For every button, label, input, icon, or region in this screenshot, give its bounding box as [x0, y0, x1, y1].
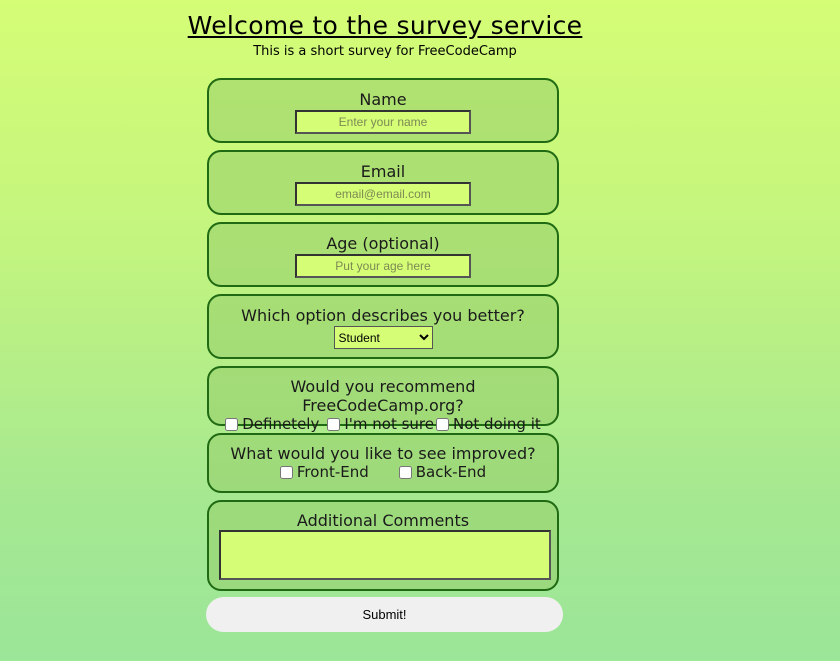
- back-end-checkbox[interactable]: [398, 465, 412, 479]
- submit-button[interactable]: Submit!: [206, 597, 563, 632]
- recommend-option-not-sure[interactable]: I'm not sure: [327, 415, 434, 433]
- comments-card: Additional Comments: [207, 500, 559, 591]
- comments-label: Additional Comments: [296, 511, 470, 530]
- name-label: Name: [359, 90, 407, 109]
- improve-card: What would you like to see improved? Fro…: [207, 433, 559, 493]
- improve-label: What would you like to see improved?: [230, 444, 536, 463]
- recommend-card: Would you recommend FreeCodeCamp.org? De…: [207, 366, 559, 433]
- definetely-label: Definetely: [242, 415, 320, 433]
- recommend-option-not-doing-it[interactable]: Not doing it: [436, 415, 541, 433]
- back-end-label: Back-End: [415, 463, 487, 481]
- email-label: Email: [360, 162, 406, 181]
- improve-option-front-end[interactable]: Front-End: [279, 463, 369, 481]
- role-card: Which option describes you better? Stude…: [207, 294, 559, 359]
- age-card: Age (optional): [207, 222, 559, 287]
- age-input[interactable]: [295, 254, 471, 278]
- page-title: Welcome to the survey service: [187, 11, 583, 40]
- recommend-option-definetely[interactable]: Definetely: [225, 415, 319, 433]
- recommend-options: Definetely I'm not sure Not doing it: [209, 415, 557, 433]
- not-doing-it-checkbox[interactable]: [436, 417, 449, 431]
- recommend-label: Would you recommend FreeCodeCamp.org?: [290, 377, 476, 415]
- comments-textarea[interactable]: [219, 530, 551, 580]
- front-end-label: Front-End: [296, 463, 369, 481]
- improve-option-back-end[interactable]: Back-End: [398, 463, 487, 481]
- not-doing-it-label: Not doing it: [453, 415, 541, 433]
- role-select[interactable]: Student: [333, 326, 433, 349]
- name-input[interactable]: [295, 110, 471, 134]
- page-subtitle: This is a short survey for FreeCodeCamp: [253, 44, 517, 59]
- definetely-checkbox[interactable]: [225, 417, 239, 431]
- not-sure-label: I'm not sure: [344, 415, 434, 433]
- improve-options: Front-End Back-End: [209, 463, 557, 481]
- role-label: Which option describes you better?: [241, 306, 525, 325]
- not-sure-checkbox[interactable]: [327, 417, 341, 431]
- name-card: Name: [207, 78, 559, 143]
- front-end-checkbox[interactable]: [279, 465, 293, 479]
- email-input[interactable]: [295, 182, 471, 206]
- email-card: Email: [207, 150, 559, 215]
- age-label: Age (optional): [326, 234, 440, 253]
